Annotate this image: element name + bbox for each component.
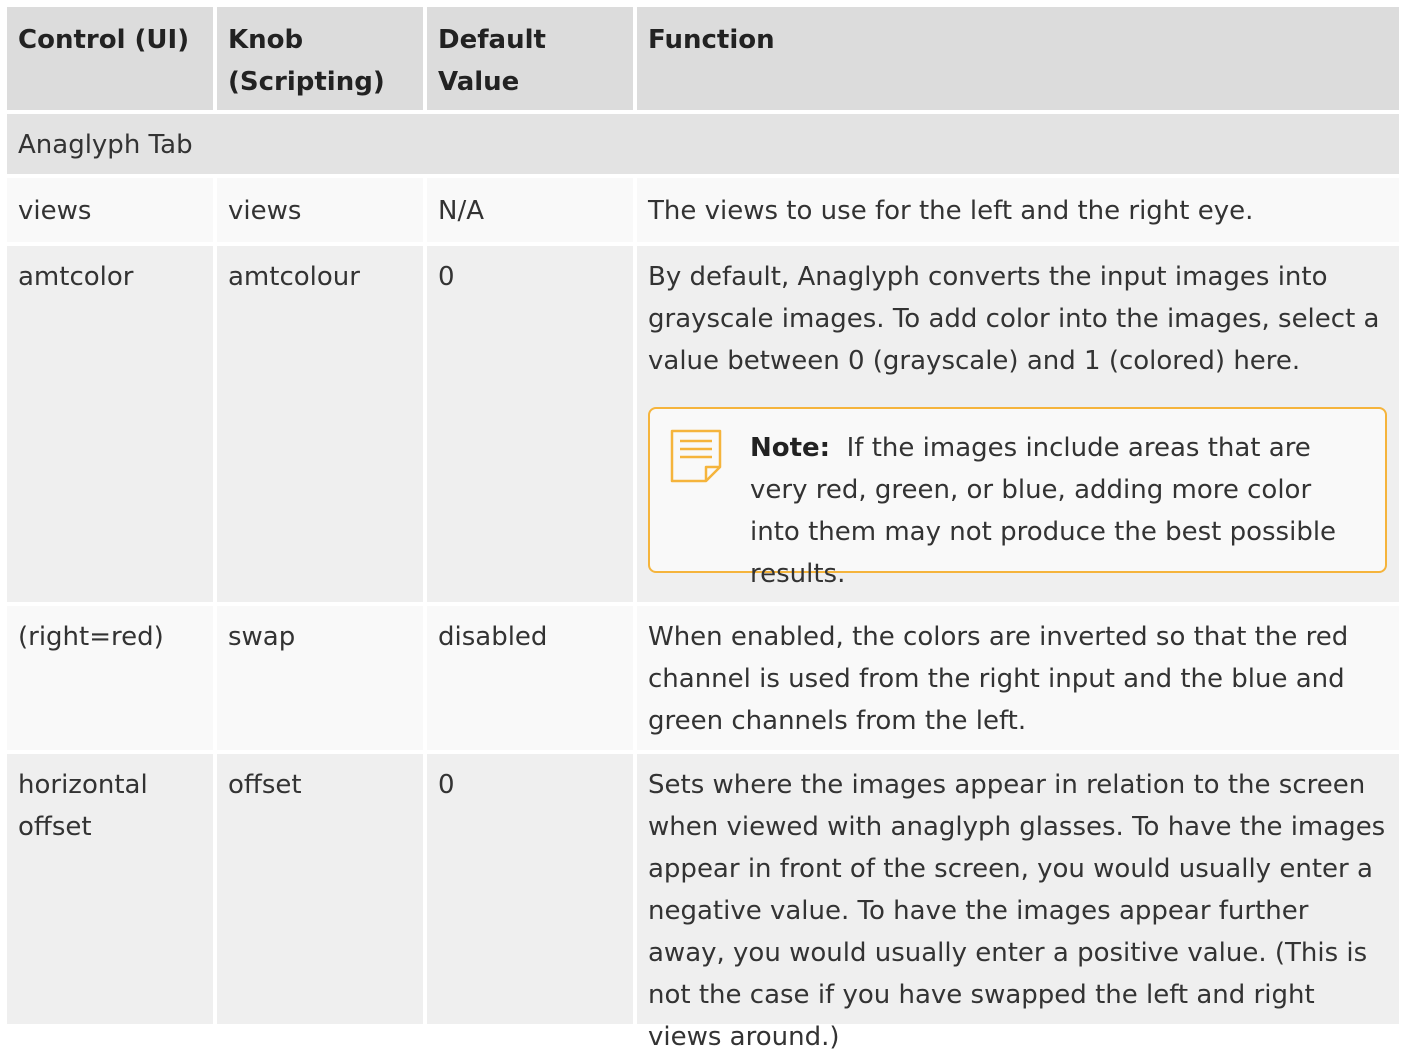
row-offset-control: horizontal offset xyxy=(7,754,213,1024)
note-icon xyxy=(668,427,724,483)
note-text: If the images include areas that are ver… xyxy=(750,433,1337,589)
row-amtcolor-control: amtcolor xyxy=(7,246,213,602)
row-views-function: The views to use for the left and the ri… xyxy=(637,178,1399,242)
section-title: Anaglyph Tab xyxy=(7,114,1399,174)
row-swap-knob: swap xyxy=(217,606,423,750)
parameters-table: Control (UI) Knob (Scripting) Default Va… xyxy=(7,7,1399,1052)
header-control: Control (UI) xyxy=(7,7,213,110)
row-offset-function: Sets where the images appear in relation… xyxy=(637,754,1399,1052)
row-amtcolor-default: 0 xyxy=(427,246,633,602)
note-label: Note: xyxy=(750,433,831,463)
header-knob: Knob (Scripting) xyxy=(217,7,423,110)
row-amtcolor-function: By default, Anaglyph converts the input … xyxy=(648,262,1380,376)
header-default: Default Value xyxy=(427,7,633,110)
row-swap-default: disabled xyxy=(427,606,633,750)
row-amtcolor-knob: amtcolour xyxy=(217,246,423,602)
row-offset-knob: offset xyxy=(217,754,423,1024)
row-swap-function: When enabled, the colors are inverted so… xyxy=(637,606,1399,750)
note-box: Note: If the images include areas that a… xyxy=(648,407,1387,589)
row-views-default: N/A xyxy=(427,178,633,242)
row-swap-control: (right=red) xyxy=(7,606,213,750)
header-function: Function xyxy=(637,7,1399,110)
row-offset-default: 0 xyxy=(427,754,633,1024)
row-amtcolor-function-cell: By default, Anaglyph converts the input … xyxy=(637,246,1399,602)
row-views-control: views xyxy=(7,178,213,242)
row-views-knob: views xyxy=(217,178,423,242)
